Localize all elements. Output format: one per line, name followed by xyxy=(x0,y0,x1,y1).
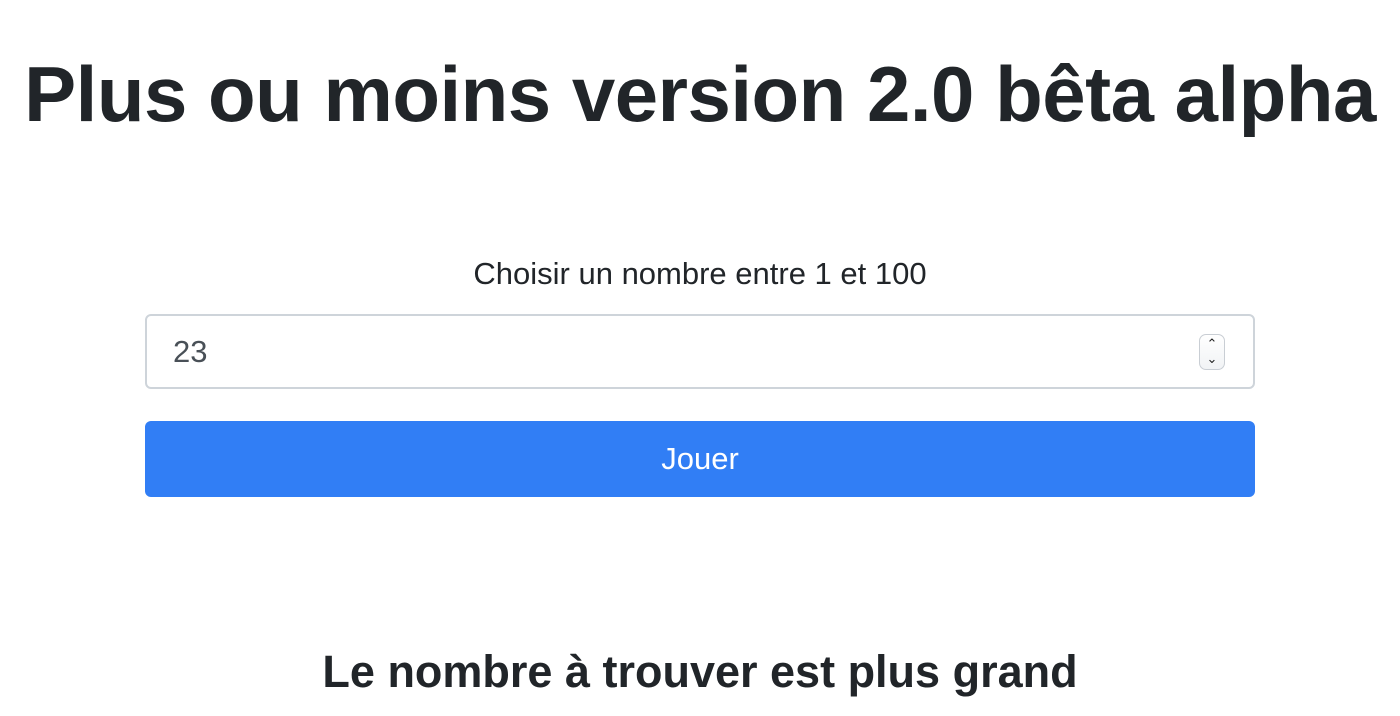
chevron-down-icon[interactable]: ⌄ xyxy=(1207,352,1218,367)
number-spinner[interactable]: ⌃ ⌄ xyxy=(1199,334,1225,370)
number-input-label: Choisir un nombre entre 1 et 100 xyxy=(473,256,927,291)
chevron-up-icon[interactable]: ⌃ xyxy=(1207,337,1218,352)
number-input[interactable]: 23 ⌃ ⌄ xyxy=(145,314,1255,389)
result-message: Le nombre à trouver est plus grand xyxy=(322,646,1078,697)
number-input-value[interactable]: 23 xyxy=(173,316,207,387)
page-title: Plus ou moins version 2.0 bêta alpha xyxy=(24,50,1376,138)
guess-form: Choisir un nombre entre 1 et 100 23 ⌃ ⌄ … xyxy=(145,252,1255,497)
play-button[interactable]: Jouer xyxy=(145,421,1255,497)
page: Plus ou moins version 2.0 bêta alpha Cho… xyxy=(0,0,1400,716)
